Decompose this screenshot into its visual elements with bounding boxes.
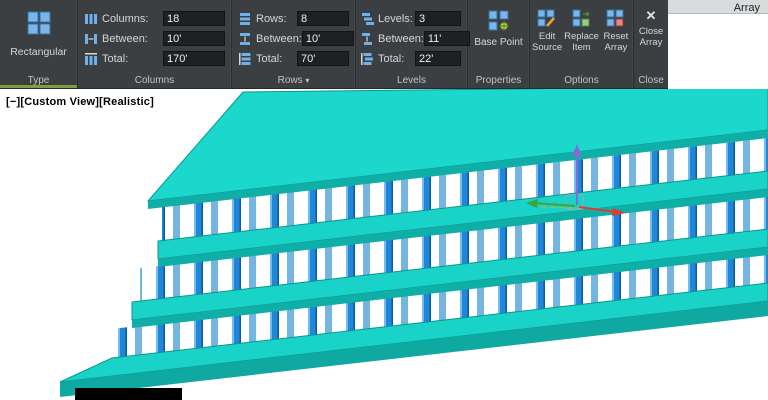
levels-count-row: Levels: — [360, 11, 461, 26]
panel-rows: Rows: Between: Total: Rows ▾ — [232, 0, 356, 88]
3d-array-model — [0, 89, 768, 400]
levels-between-icon — [360, 32, 374, 46]
columns-count-row: Columns: — [84, 11, 225, 26]
base-point-label: Base Point — [474, 37, 522, 49]
rectangular-button-label: Rectangular — [10, 46, 67, 58]
rectangular-button[interactable]: Rectangular — [0, 0, 77, 58]
rows-between-icon — [238, 32, 252, 46]
levels-total-row: Total: — [360, 51, 461, 66]
contextual-tab-strip: Array — [668, 0, 768, 14]
rows-total-label: Total: — [256, 53, 282, 65]
columns-count-label: Columns: — [102, 13, 148, 25]
panel-columns: Columns: Between: Total: Columns — [78, 0, 232, 88]
columns-total-row: Total: — [84, 51, 225, 66]
rows-between-row: Between: — [238, 31, 349, 46]
panel-properties: Base Point Properties — [468, 0, 530, 88]
edit-source-icon — [537, 9, 557, 29]
columns-between-icon — [84, 32, 98, 46]
rectangular-array-icon — [26, 10, 52, 41]
columns-total-icon — [84, 52, 98, 66]
rows-count-icon — [238, 12, 252, 26]
viewport-controls: [−][Custom View][Realistic] — [6, 96, 154, 108]
levels-between-label: Between: — [378, 33, 424, 45]
columns-count-icon — [84, 12, 98, 26]
chevron-down-icon: ▾ — [305, 76, 309, 85]
panel-title-levels: Levels — [356, 75, 467, 86]
levels-total-input[interactable] — [415, 51, 461, 66]
rows-total-row: Total: — [238, 51, 349, 66]
panel-title-close: Close — [634, 75, 668, 86]
panel-title-options: Options — [530, 75, 633, 86]
tab-array[interactable]: Array — [734, 2, 760, 14]
panel-options: Edit Source Replace Item — [530, 0, 634, 88]
panel-type: Rectangular Type — [0, 0, 78, 88]
columns-between-label: Between: — [102, 33, 148, 45]
columns-total-label: Total: — [102, 53, 128, 65]
viewport: [−][Custom View][Realistic] — [0, 89, 768, 400]
panel-close: ✕ Close Array Close — [634, 0, 668, 88]
levels-count-label: Levels: — [378, 13, 413, 25]
rows-total-icon — [238, 52, 252, 66]
rows-count-input[interactable] — [297, 11, 349, 26]
rows-between-label: Between: — [256, 33, 302, 45]
panel-title-properties: Properties — [468, 75, 529, 86]
base-point-icon — [488, 10, 510, 37]
viewport-view-control[interactable]: [Custom View] — [20, 96, 99, 108]
levels-between-row: Between: — [360, 31, 461, 46]
columns-count-input[interactable] — [163, 11, 225, 26]
columns-between-row: Between: — [84, 31, 225, 46]
panel-title-rows[interactable]: Rows ▾ — [232, 75, 355, 86]
base-point-button[interactable]: Base Point — [468, 0, 529, 49]
columns-total-input[interactable] — [163, 51, 225, 66]
bottom-black-bar — [75, 388, 182, 400]
viewport-menu-control[interactable]: [−] — [6, 96, 20, 108]
levels-count-icon — [360, 12, 374, 26]
reset-array-icon — [606, 9, 626, 29]
replace-item-icon — [572, 9, 592, 29]
columns-between-input[interactable] — [163, 31, 225, 46]
panel-title-type: Type — [0, 75, 77, 86]
viewport-visual-style-control[interactable]: [Realistic] — [99, 96, 154, 108]
levels-between-input[interactable] — [424, 31, 470, 46]
levels-total-icon — [360, 52, 374, 66]
close-icon: ✕ — [646, 9, 657, 23]
close-array-button[interactable]: ✕ Close Array — [634, 0, 668, 49]
ribbon: Rectangular Type Columns: Between: — [0, 0, 668, 89]
levels-count-input[interactable] — [415, 11, 461, 26]
levels-total-label: Total: — [378, 53, 404, 65]
rows-count-row: Rows: — [238, 11, 349, 26]
panel-title-columns: Columns — [78, 75, 231, 86]
rows-between-input[interactable] — [302, 31, 354, 46]
rows-total-input[interactable] — [297, 51, 349, 66]
panel-levels: Levels: Between: Total: Levels — [356, 0, 468, 88]
rows-count-label: Rows: — [256, 13, 287, 25]
